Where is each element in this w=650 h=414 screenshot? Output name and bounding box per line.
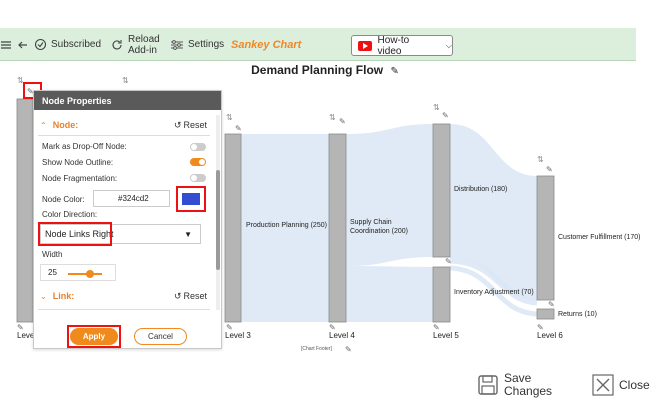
edit-pencil-icon[interactable]: ✎ xyxy=(339,117,346,126)
node-section-title: Node: xyxy=(52,120,79,130)
chevron-up-icon: ⌃ xyxy=(40,120,47,130)
color-swatch-button[interactable] xyxy=(176,186,206,212)
color-direction-label: Color Direction: xyxy=(42,210,98,219)
width-value: 25 xyxy=(48,268,57,277)
sort-icon[interactable]: ⇅ xyxy=(433,103,440,112)
node-inventory-adjustment[interactable] xyxy=(432,266,451,323)
save-line2: Changes xyxy=(504,384,553,398)
label-production-planning: Production Planning (250) xyxy=(246,222,327,229)
save-changes-button[interactable]: Save Changes xyxy=(477,372,552,398)
node-supply-chain[interactable] xyxy=(328,133,347,323)
cancel-button[interactable]: Cancel xyxy=(134,328,187,345)
drop-off-toggle[interactable] xyxy=(190,143,206,151)
panel-header: Node Properties xyxy=(34,91,221,110)
width-label: Width xyxy=(42,250,63,259)
chart-footer[interactable]: [Chart Footer] xyxy=(301,346,332,352)
divider xyxy=(38,135,210,136)
edit-pencil-icon[interactable]: ✎ xyxy=(345,345,352,354)
label-supply-line1: Supply Chain xyxy=(350,219,392,226)
level-label: Level 3 xyxy=(225,331,251,340)
highlight-apply xyxy=(67,325,121,348)
scrollbar-thumb[interactable] xyxy=(216,170,220,270)
level-label: Leve xyxy=(17,331,35,340)
level-label: Level 5 xyxy=(433,331,459,340)
save-changes-label: Save Changes xyxy=(504,372,552,398)
sort-icon[interactable]: ⇅ xyxy=(226,113,233,122)
outline-label: Show Node Outline: xyxy=(42,158,114,167)
level-label: Level 6 xyxy=(537,331,563,340)
node-level-partial[interactable] xyxy=(16,98,34,323)
link-reset-button[interactable]: ↺ Reset xyxy=(174,291,207,302)
width-slider[interactable] xyxy=(68,273,102,275)
chevron-down-icon: ⌄ xyxy=(40,291,47,301)
link-supply-distribution[interactable] xyxy=(346,124,433,266)
sort-icon[interactable]: ⇅ xyxy=(122,76,129,85)
color-swatch xyxy=(182,193,200,205)
label-distribution: Distribution (180) xyxy=(454,186,508,193)
dropdown-arrow-icon: ▼ xyxy=(184,229,192,239)
node-color-label: Node Color: xyxy=(42,195,85,204)
drop-off-label: Mark as Drop-Off Node: xyxy=(42,142,127,151)
node-customer-fulfillment[interactable] xyxy=(536,175,555,301)
divider xyxy=(38,309,210,310)
reset-icon: ↺ xyxy=(173,119,182,130)
close-label: Close xyxy=(619,378,650,392)
level-label: Level 4 xyxy=(329,331,355,340)
panel-scrollbar[interactable] xyxy=(216,115,220,310)
node-production-planning[interactable] xyxy=(224,133,242,323)
sort-icon[interactable]: ⇅ xyxy=(537,155,544,164)
edit-pencil-icon[interactable]: ✎ xyxy=(548,300,555,309)
label-supply-chain: Supply Chain Coordination (200) xyxy=(350,218,408,236)
node-color-input[interactable]: #324cd2 xyxy=(93,190,170,207)
outline-toggle[interactable] xyxy=(190,158,206,166)
width-input[interactable]: 25 xyxy=(40,264,116,281)
sort-icon[interactable]: ⇅ xyxy=(329,113,336,122)
node-reset-button[interactable]: ↺ Reset xyxy=(174,120,207,131)
label-returns: Returns (10) xyxy=(558,311,597,318)
edit-pencil-icon[interactable]: ✎ xyxy=(445,257,452,266)
node-distribution[interactable] xyxy=(432,123,451,258)
reset-icon: ↺ xyxy=(173,290,182,301)
sort-icon[interactable]: ⇅ xyxy=(17,76,24,85)
label-inventory-adjustment: Inventory Adjustment (70) xyxy=(454,289,534,296)
node-section-header[interactable]: ⌃ Node: ↺ Reset xyxy=(33,115,213,135)
edit-pencil-icon[interactable]: ✎ xyxy=(546,165,553,174)
link-section-header[interactable]: ⌄ Link: ↺ Reset xyxy=(33,286,213,306)
save-icon xyxy=(478,375,498,395)
close-icon xyxy=(592,374,614,396)
highlight-color-direction xyxy=(38,222,112,246)
fragmentation-label: Node Fragmentation: xyxy=(42,174,118,183)
app-root: Subscribed Reload Add-in Settings Sankey… xyxy=(0,0,650,414)
label-supply-line2: Coordination (200) xyxy=(350,228,408,235)
edit-pencil-icon[interactable]: ✎ xyxy=(235,124,242,133)
width-slider-handle[interactable] xyxy=(86,270,94,278)
reset-label: Reset xyxy=(183,120,207,130)
fragmentation-toggle[interactable] xyxy=(190,174,206,182)
label-customer-fulfillment: Customer Fulfillment (170) xyxy=(558,234,641,241)
edit-pencil-icon[interactable]: ✎ xyxy=(442,111,449,120)
node-returns[interactable] xyxy=(536,308,555,320)
reset-label: Reset xyxy=(183,291,207,301)
link-section-title: Link: xyxy=(52,291,75,301)
close-button[interactable]: Close xyxy=(592,374,650,396)
link-supply-inventory[interactable] xyxy=(346,266,433,322)
